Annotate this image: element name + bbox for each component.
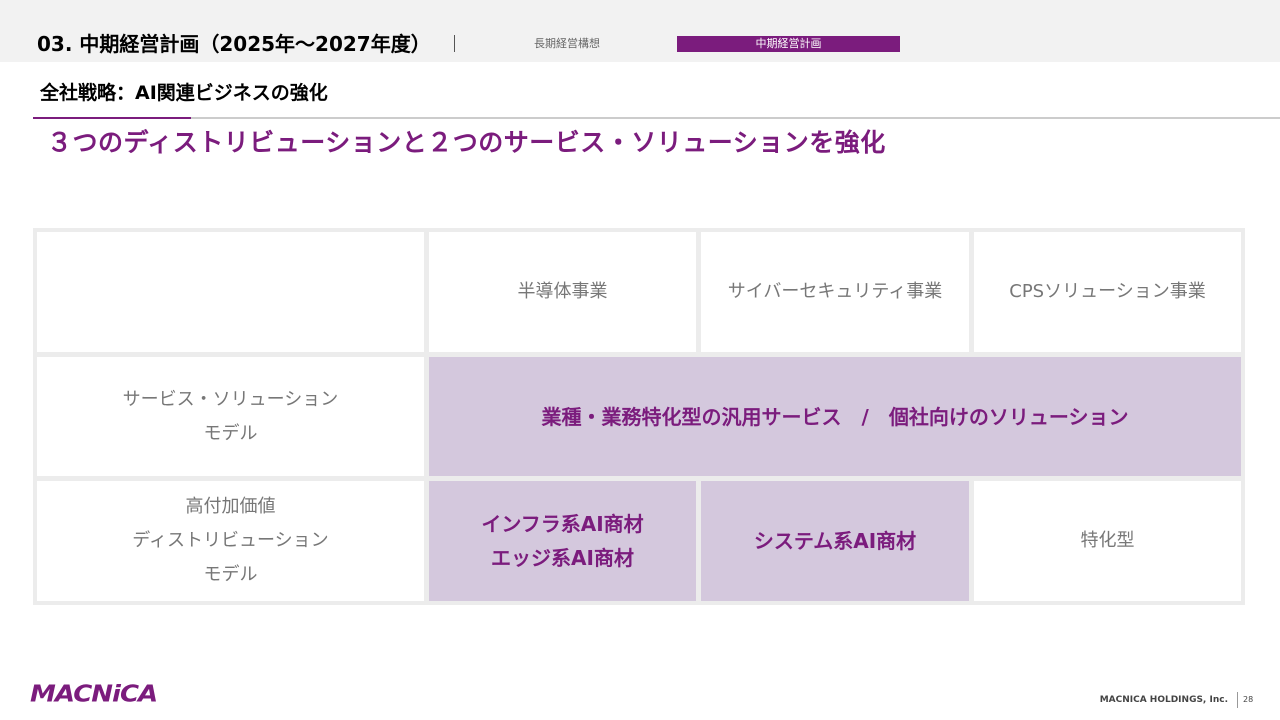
page-number: 28 <box>1243 695 1254 704</box>
title-divider <box>454 35 455 52</box>
subheading: 全社戦略：AI関連ビジネスの強化 <box>40 82 328 104</box>
column-header-cps: CPSソリューション事業 <box>974 232 1241 352</box>
merged-service-cell: 業種・業務特化型の汎用サービス / 個社向けのソリューション <box>429 357 1241 476</box>
macnica-logo: MACNiCA <box>30 680 158 708</box>
section-rule <box>33 117 1280 119</box>
cell-line: システム系AI商材 <box>753 529 917 553</box>
column-header-label: CPSソリューション事業 <box>1009 281 1206 302</box>
column-header-label: サイバーセキュリティ事業 <box>727 281 943 302</box>
row-header-service-solution: サービス・ソリューション モデル <box>37 357 424 476</box>
column-header-semiconductor: 半導体事業 <box>429 232 696 352</box>
row-header-line: モデル <box>203 564 258 585</box>
cell-line: エッジ系AI商材 <box>491 546 634 570</box>
nav-tab-long-term-vision[interactable]: 長期経営構想 <box>500 36 634 52</box>
cell-line: インフラ系AI商材 <box>481 512 644 536</box>
headline: ３つのディストリビューションと２つのサービス・ソリューションを強化 <box>47 128 886 157</box>
slide: 03. 中期経営計画（2025年～2027年度） 長期経営構想 中期経営計画 全… <box>0 0 1280 720</box>
row-header-line: ディストリビューション <box>132 530 329 551</box>
row-header-distribution: 高付加価値 ディストリビューション モデル <box>37 481 424 601</box>
cell-specialized: 特化型 <box>974 481 1241 601</box>
column-header-label: 半導体事業 <box>517 281 608 302</box>
cell-system-ai: システム系AI商材 <box>701 481 969 601</box>
nav-tab-mid-term-plan[interactable]: 中期経営計画 <box>677 36 900 52</box>
row-header-line: サービス・ソリューション <box>122 388 339 410</box>
column-header-cybersecurity: サイバーセキュリティ事業 <box>701 232 969 352</box>
footer-divider <box>1237 692 1238 708</box>
footer-company-name: MACNICA HOLDINGS, Inc. <box>1099 695 1228 705</box>
section-rule-accent <box>33 117 191 119</box>
strategy-matrix: 半導体事業 サイバーセキュリティ事業 CPSソリューション事業 サービス・ソリュ… <box>33 228 1245 605</box>
section-title: 03. 中期経営計画（2025年～2027年度） <box>37 32 431 56</box>
row-header-line: モデル <box>203 422 258 444</box>
cell-line: 特化型 <box>1080 530 1135 551</box>
matrix-corner-cell <box>37 232 424 352</box>
merged-service-text: 業種・業務特化型の汎用サービス / 個社向けのソリューション <box>541 404 1129 429</box>
cell-infra-edge-ai: インフラ系AI商材 エッジ系AI商材 <box>429 481 696 601</box>
row-header-line: 高付加価値 <box>185 496 276 517</box>
